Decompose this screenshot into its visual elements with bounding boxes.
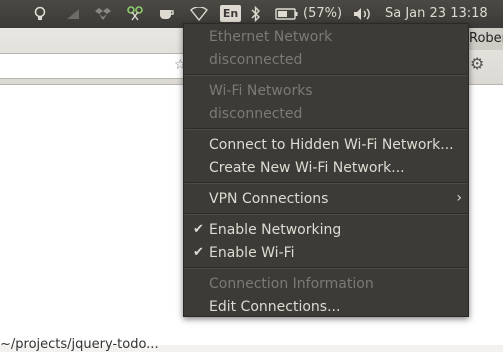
chevron-right-icon: ›: [456, 190, 462, 206]
network-signal-icon[interactable]: [64, 0, 82, 28]
network-menu: Ethernet Network disconnected Wi-Fi Netw…: [183, 23, 469, 317]
checkmark-icon: ✔: [193, 245, 204, 260]
menu-separator: [185, 213, 467, 215]
enable-wifi-item[interactable]: Enable Wi-Fi: [209, 244, 295, 262]
menu-separator: [185, 267, 467, 269]
cup-icon[interactable]: [158, 0, 176, 28]
keyboard-language-indicator[interactable]: En: [220, 5, 241, 22]
ethernet-status: disconnected: [209, 52, 303, 68]
edit-connections-item[interactable]: Edit Connections...: [209, 298, 340, 316]
wifi-networks-header: Wi-Fi Networks: [209, 83, 313, 99]
vpn-connections-item[interactable]: VPN Connections: [209, 190, 328, 208]
menu-separator: [185, 128, 467, 130]
ethernet-network-header: Ethernet Network: [209, 29, 333, 45]
create-new-wifi-item[interactable]: Create New Wi-Fi Network...: [209, 159, 405, 177]
scissors-icon[interactable]: [126, 0, 144, 28]
dropbox-icon[interactable]: [94, 0, 112, 28]
menu-separator: [185, 182, 467, 184]
wifi-status: disconnected: [209, 106, 303, 122]
connect-hidden-wifi-item[interactable]: Connect to Hidden Wi-Fi Network...: [209, 136, 454, 154]
enable-networking-item[interactable]: Enable Networking: [209, 221, 341, 239]
menu-separator: [185, 74, 467, 76]
connection-information-item: Connection Information: [209, 276, 374, 292]
checkmark-icon: ✔: [193, 222, 204, 237]
lightbulb-icon[interactable]: [32, 0, 48, 28]
extension-icon[interactable]: ⚙: [470, 54, 484, 73]
